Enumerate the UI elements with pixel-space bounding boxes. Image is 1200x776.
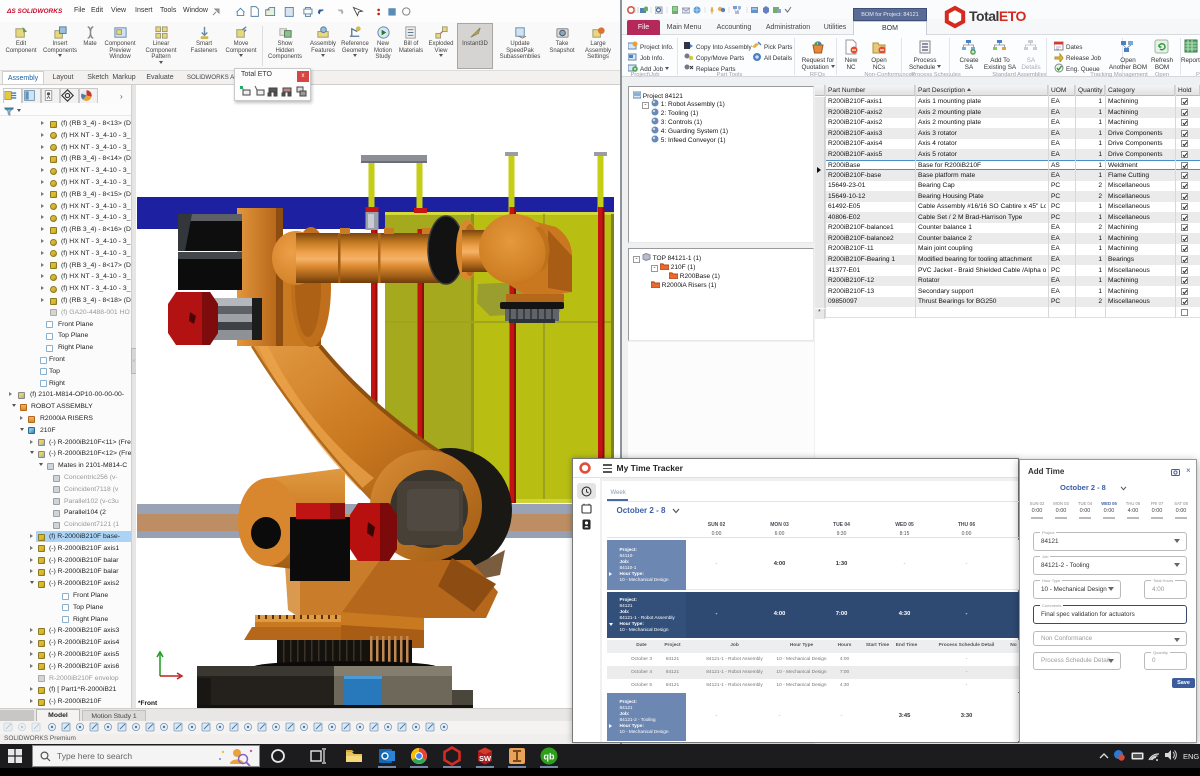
svg-text:*Front: *Front [138, 700, 158, 707]
svg-text:SW: SW [479, 754, 492, 763]
svg-text:qb: qb [544, 752, 555, 762]
